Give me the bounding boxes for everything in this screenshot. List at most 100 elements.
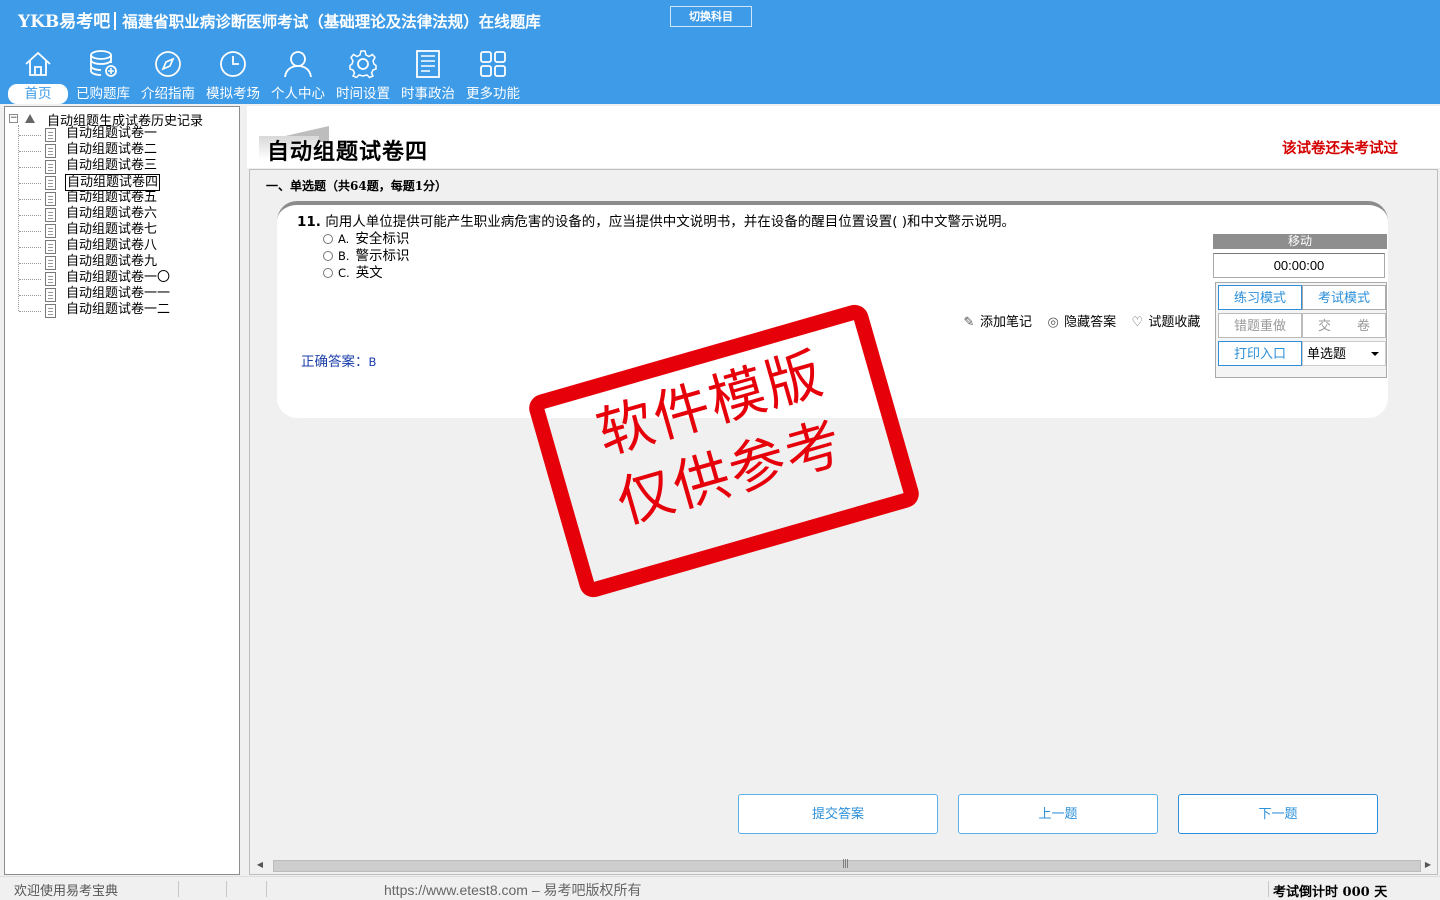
- nav-purchased[interactable]: 已购题库: [73, 48, 133, 104]
- eye-off-icon: ◎: [1047, 315, 1059, 330]
- pencil-icon: ✎: [963, 315, 975, 330]
- user-icon: [284, 51, 312, 78]
- nav-guide[interactable]: 介绍指南: [138, 48, 198, 104]
- paper-title: 自动组题试卷四: [267, 139, 429, 165]
- radio-button[interactable]: [323, 234, 333, 244]
- option-c[interactable]: C. 英文: [323, 261, 383, 281]
- tree-item-label: 自动组题试卷九: [66, 254, 158, 269]
- tree-item[interactable]: 自动组题试卷八: [5, 238, 235, 255]
- print-entry-button[interactable]: 打印入口: [1218, 341, 1302, 366]
- app-header: YKB易考吧 福建省职业病诊断医师考试（基础理论及法律法规）在线题库 切换科目 首…: [0, 0, 1440, 104]
- option-b[interactable]: B. 警示标识: [323, 244, 410, 264]
- tree-item[interactable]: 自动组题试卷一〇: [5, 270, 235, 287]
- favorite-label: 试题收藏: [1148, 315, 1201, 330]
- option-text: 英文: [355, 265, 383, 281]
- nav-label: 时间设置: [336, 86, 390, 102]
- nav-label: 已购题库: [76, 86, 130, 102]
- document-icon: [45, 304, 56, 318]
- prev-question-button[interactable]: 上一题: [958, 794, 1158, 834]
- submit-paper-button[interactable]: 交 卷: [1302, 313, 1386, 338]
- status-divider: [1268, 881, 1269, 897]
- tree-item[interactable]: 自动组题试卷一一: [5, 286, 235, 303]
- collapse-icon[interactable]: −: [9, 114, 18, 123]
- nav-home[interactable]: 首页: [8, 48, 68, 104]
- question-actions: ✎ 添加笔记 ◎ 隐藏答案 ♡ 试题收藏: [962, 311, 1210, 330]
- tree-item-label: 自动组题试卷二: [66, 142, 158, 157]
- nav-label: 个人中心: [271, 86, 325, 102]
- tree-item[interactable]: 自动组题试卷七: [5, 222, 235, 239]
- tree-item-label: 自动组题试卷三: [66, 158, 158, 173]
- section-header: 一、单选题（共64题，每题1分）: [266, 179, 448, 193]
- tree-item-label: 自动组题试卷一二: [66, 302, 171, 317]
- app-title: 福建省职业病诊断医师考试（基础理论及法律法规）在线题库: [122, 12, 541, 31]
- welcome-text: 欢迎使用易考宝典: [14, 884, 119, 899]
- option-a[interactable]: A. 安全标识: [323, 227, 409, 247]
- nav-label: 介绍指南: [141, 86, 195, 102]
- status-divider: [178, 881, 179, 897]
- database-icon: [90, 50, 117, 77]
- clock-icon: [220, 51, 246, 77]
- radio-button[interactable]: [323, 251, 333, 261]
- tree-item-label: 自动组题试卷六: [66, 206, 158, 221]
- tree-item-label: 自动组题试卷一〇: [66, 270, 171, 285]
- scroll-right-icon[interactable]: ▶: [1419, 856, 1437, 874]
- tree-item-selected[interactable]: 自动组题试卷四: [5, 174, 235, 191]
- folder-icon: [25, 114, 35, 123]
- question-stem: 向用人单位提供可能产生职业病危害的设备的，应当提供中文说明书，并在设备的醒目位置…: [325, 214, 1016, 230]
- control-buttons: 练习模式 考试模式 错题重做 交 卷 打印入口 单选题: [1215, 282, 1387, 378]
- submit-answer-button[interactable]: 提交答案: [738, 794, 938, 834]
- practice-mode-button[interactable]: 练习模式: [1218, 285, 1302, 310]
- grid-icon: [480, 51, 506, 77]
- answer-value: B: [368, 355, 377, 369]
- tree-item[interactable]: 自动组题试卷五: [5, 190, 235, 207]
- nav-more[interactable]: 更多功能: [463, 48, 523, 104]
- tree-item[interactable]: 自动组题试卷二: [5, 142, 235, 159]
- nav-mock-exam[interactable]: 模拟考场: [203, 48, 263, 104]
- scrollbar-thumb[interactable]: |||: [273, 859, 1421, 872]
- scroll-left-icon[interactable]: ◀: [251, 856, 269, 874]
- tree-item[interactable]: 自动组题试卷三: [5, 158, 235, 175]
- nav-current-affairs[interactable]: 时事政治: [398, 48, 458, 104]
- document-icon: [45, 224, 56, 238]
- exam-countdown: 考试倒计时 000 天: [1273, 885, 1388, 900]
- document-icon: [45, 256, 56, 270]
- hide-answer-label: 隐藏答案: [1064, 315, 1117, 330]
- switch-subject-button[interactable]: 切换科目: [670, 6, 752, 27]
- document-icon: [45, 144, 56, 158]
- tree-item-label: 自动组题试卷一一: [66, 286, 171, 301]
- document-icon: [45, 128, 56, 142]
- radio-button[interactable]: [323, 268, 333, 278]
- question-type-select[interactable]: 单选题: [1302, 341, 1386, 366]
- exam-mode-button[interactable]: 考试模式: [1302, 285, 1386, 310]
- nav-label: 模拟考场: [206, 86, 260, 102]
- tree-item[interactable]: 自动组题试卷九: [5, 254, 235, 271]
- document-icon: [45, 272, 56, 286]
- tree-item-label: 自动组题试卷五: [66, 190, 158, 205]
- answer-label: 正确答案：: [301, 354, 369, 370]
- heart-icon: ♡: [1131, 315, 1144, 330]
- exam-control-panel: 移动 00:00:00 练习模式 考试模式 错题重做 交 卷 打印入口 单选题: [1213, 234, 1387, 384]
- tree-item[interactable]: 自动组题试卷六: [5, 206, 235, 223]
- document-icon: [45, 240, 56, 254]
- document-icon: [45, 192, 56, 206]
- paper-title-bar: 自动组题试卷四 该试卷还未考试过: [247, 106, 1440, 168]
- redo-wrong-button[interactable]: 错题重做: [1218, 313, 1302, 338]
- nav-label: 首页: [8, 84, 68, 104]
- hide-answer-button[interactable]: ◎ 隐藏答案: [1046, 311, 1116, 330]
- status-bar: 欢迎使用易考宝典 https://www.etest8.com – 易考吧版权所…: [0, 876, 1440, 900]
- document-icon: [45, 288, 56, 302]
- paper-status: 该试卷还未考试过: [1282, 140, 1398, 157]
- nav-personal[interactable]: 个人中心: [268, 48, 328, 104]
- document-icon: [45, 208, 56, 222]
- horizontal-scrollbar[interactable]: ◀ ||| ▶: [251, 856, 1437, 874]
- nav-time-settings[interactable]: 时间设置: [333, 48, 393, 104]
- add-note-button[interactable]: ✎ 添加笔记: [962, 311, 1032, 330]
- tree-item[interactable]: 自动组题试卷一: [5, 126, 235, 143]
- tree-item[interactable]: 自动组题试卷一二: [5, 302, 235, 319]
- document-search-icon: [45, 176, 56, 190]
- favorite-button[interactable]: ♡ 试题收藏: [1130, 311, 1200, 330]
- nav-label: 时事政治: [401, 86, 455, 102]
- move-handle[interactable]: 移动: [1213, 234, 1387, 249]
- next-question-button[interactable]: 下一题: [1178, 794, 1378, 834]
- logo-divider: [114, 12, 117, 30]
